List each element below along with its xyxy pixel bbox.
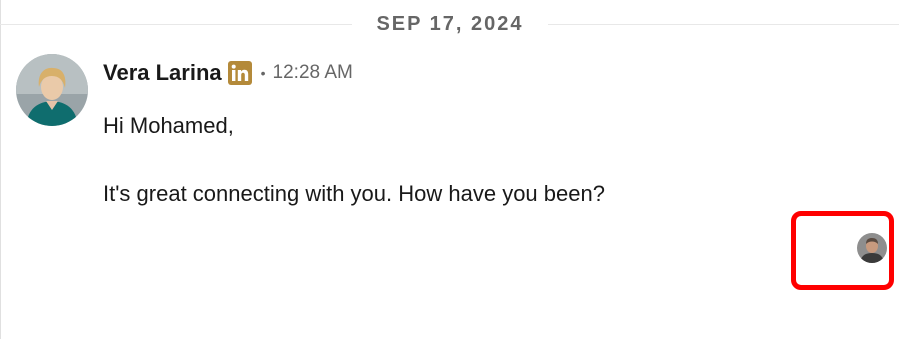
message-body: Hi Mohamed, It's great connecting with y… [103, 110, 863, 210]
sender-avatar[interactable] [16, 54, 88, 126]
message-timestamp: 12:28 AM [272, 62, 353, 83]
sender-name[interactable]: Vera Larina [103, 60, 222, 86]
message-header: Vera Larina • 12:28 AM [103, 58, 353, 88]
header-separator: • [260, 65, 266, 81]
message-line: It's great connecting with you. How have… [103, 181, 605, 206]
date-divider: SEP 17, 2024 [0, 0, 899, 48]
linkedin-in-icon [227, 61, 252, 85]
viewer-avatar-icon[interactable] [857, 233, 887, 263]
message-line: Hi Mohamed, [103, 113, 234, 138]
date-divider-label: SEP 17, 2024 [352, 10, 548, 38]
panel-left-border [0, 0, 1, 339]
